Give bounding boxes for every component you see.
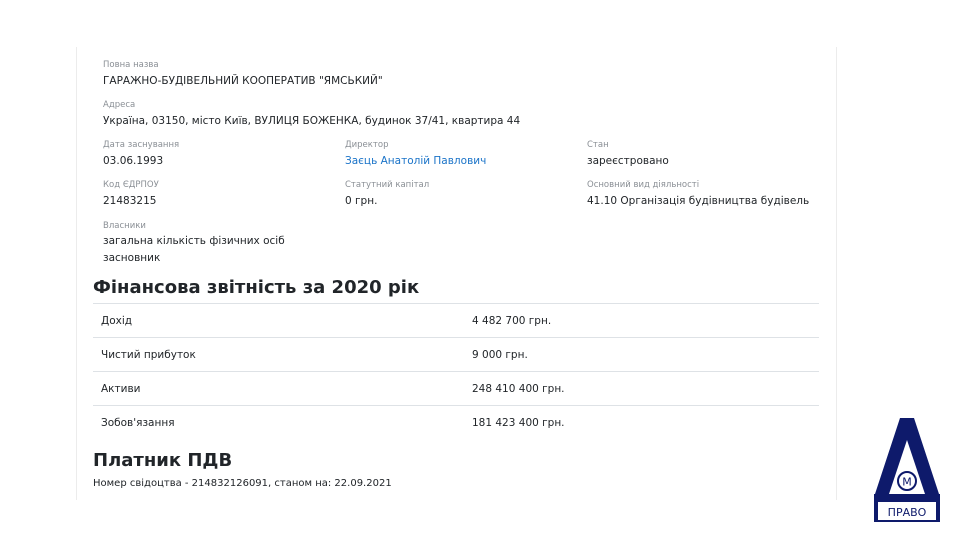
edrpou-value: 21483215 bbox=[103, 195, 157, 207]
full-name-field: Повна назва ГАРАЖНО-БУДІВЕЛЬНИЙ КООПЕРАТ… bbox=[103, 60, 383, 88]
capital-label: Статутний капітал bbox=[345, 180, 430, 190]
financial-row-value: 181 423 400 грн. bbox=[472, 405, 819, 439]
table-row: Зобов'язання 181 423 400 грн. bbox=[93, 405, 819, 439]
financial-row-value: 248 410 400 грн. bbox=[472, 371, 819, 406]
financial-row-name: Зобов'язання bbox=[93, 405, 472, 439]
director-label: Директор bbox=[345, 140, 389, 150]
capital-field: Статутний капітал 0 грн. bbox=[345, 180, 429, 208]
founded-label: Дата заснування bbox=[103, 140, 180, 150]
logo-delta-icon: М ПРАВО bbox=[874, 418, 940, 522]
owner-item: загальна кількість фізичних осіб bbox=[103, 235, 285, 247]
table-row: Активи 248 410 400 грн. bbox=[93, 371, 819, 406]
full-name-label: Повна назва bbox=[103, 60, 159, 70]
logo-letter: М bbox=[902, 476, 912, 489]
financial-row-name: Активи bbox=[93, 371, 472, 406]
financial-row-value: 4 482 700 грн. bbox=[472, 303, 819, 338]
table-row: Дохід 4 482 700 грн. bbox=[93, 303, 819, 338]
status-label: Стан bbox=[587, 140, 609, 150]
capital-value: 0 грн. bbox=[345, 195, 378, 207]
address-field: Адреса Україна, 03150, місто Київ, ВУЛИЦ… bbox=[103, 100, 520, 128]
address-label: Адреса bbox=[103, 100, 136, 110]
director-field: Директор Заєць Анатолій Павлович bbox=[345, 140, 486, 168]
vat-certificate-text: Номер свідоцтва - 214832126091, станом н… bbox=[93, 478, 392, 489]
edrpou-field: Код ЄДРПОУ 21483215 bbox=[103, 180, 159, 208]
financials-table: Дохід 4 482 700 грн. Чистий прибуток 9 0… bbox=[93, 303, 819, 439]
activity-value: 41.10 Організація будівництва будівель bbox=[587, 195, 810, 207]
owners-label: Власники bbox=[103, 221, 146, 231]
address-value: Україна, 03150, місто Київ, ВУЛИЦЯ БОЖЕН… bbox=[103, 115, 521, 127]
founded-value: 03.06.1993 bbox=[103, 155, 164, 167]
financial-row-name: Дохід bbox=[93, 303, 472, 338]
vat-heading: Платник ПДВ bbox=[93, 450, 233, 471]
owners-field: Власники загальна кількість фізичних осі… bbox=[103, 221, 285, 265]
logo-caption: ПРАВО bbox=[888, 506, 927, 519]
status-value: зареєстровано bbox=[587, 155, 669, 167]
founded-field: Дата заснування 03.06.1993 bbox=[103, 140, 179, 168]
status-field: Стан зареєстровано bbox=[587, 140, 669, 168]
financial-row-value: 9 000 грн. bbox=[472, 337, 819, 372]
full-name-value: ГАРАЖНО-БУДІВЕЛЬНИЙ КООПЕРАТИВ "ЯМСЬКИЙ" bbox=[103, 75, 383, 87]
activity-label: Основний вид діяльності bbox=[587, 180, 700, 190]
activity-field: Основний вид діяльності 41.10 Організаці… bbox=[587, 180, 809, 208]
edrpou-label: Код ЄДРПОУ bbox=[103, 180, 159, 190]
director-link[interactable]: Заєць Анатолій Павлович bbox=[345, 154, 486, 168]
table-row: Чистий прибуток 9 000 грн. bbox=[93, 337, 819, 372]
financials-heading: Фінансова звітність за 2020 рік bbox=[93, 277, 420, 298]
financial-row-name: Чистий прибуток bbox=[93, 337, 472, 372]
pravo-logo: М ПРАВО bbox=[874, 418, 940, 522]
owner-item: засновник bbox=[103, 252, 161, 264]
